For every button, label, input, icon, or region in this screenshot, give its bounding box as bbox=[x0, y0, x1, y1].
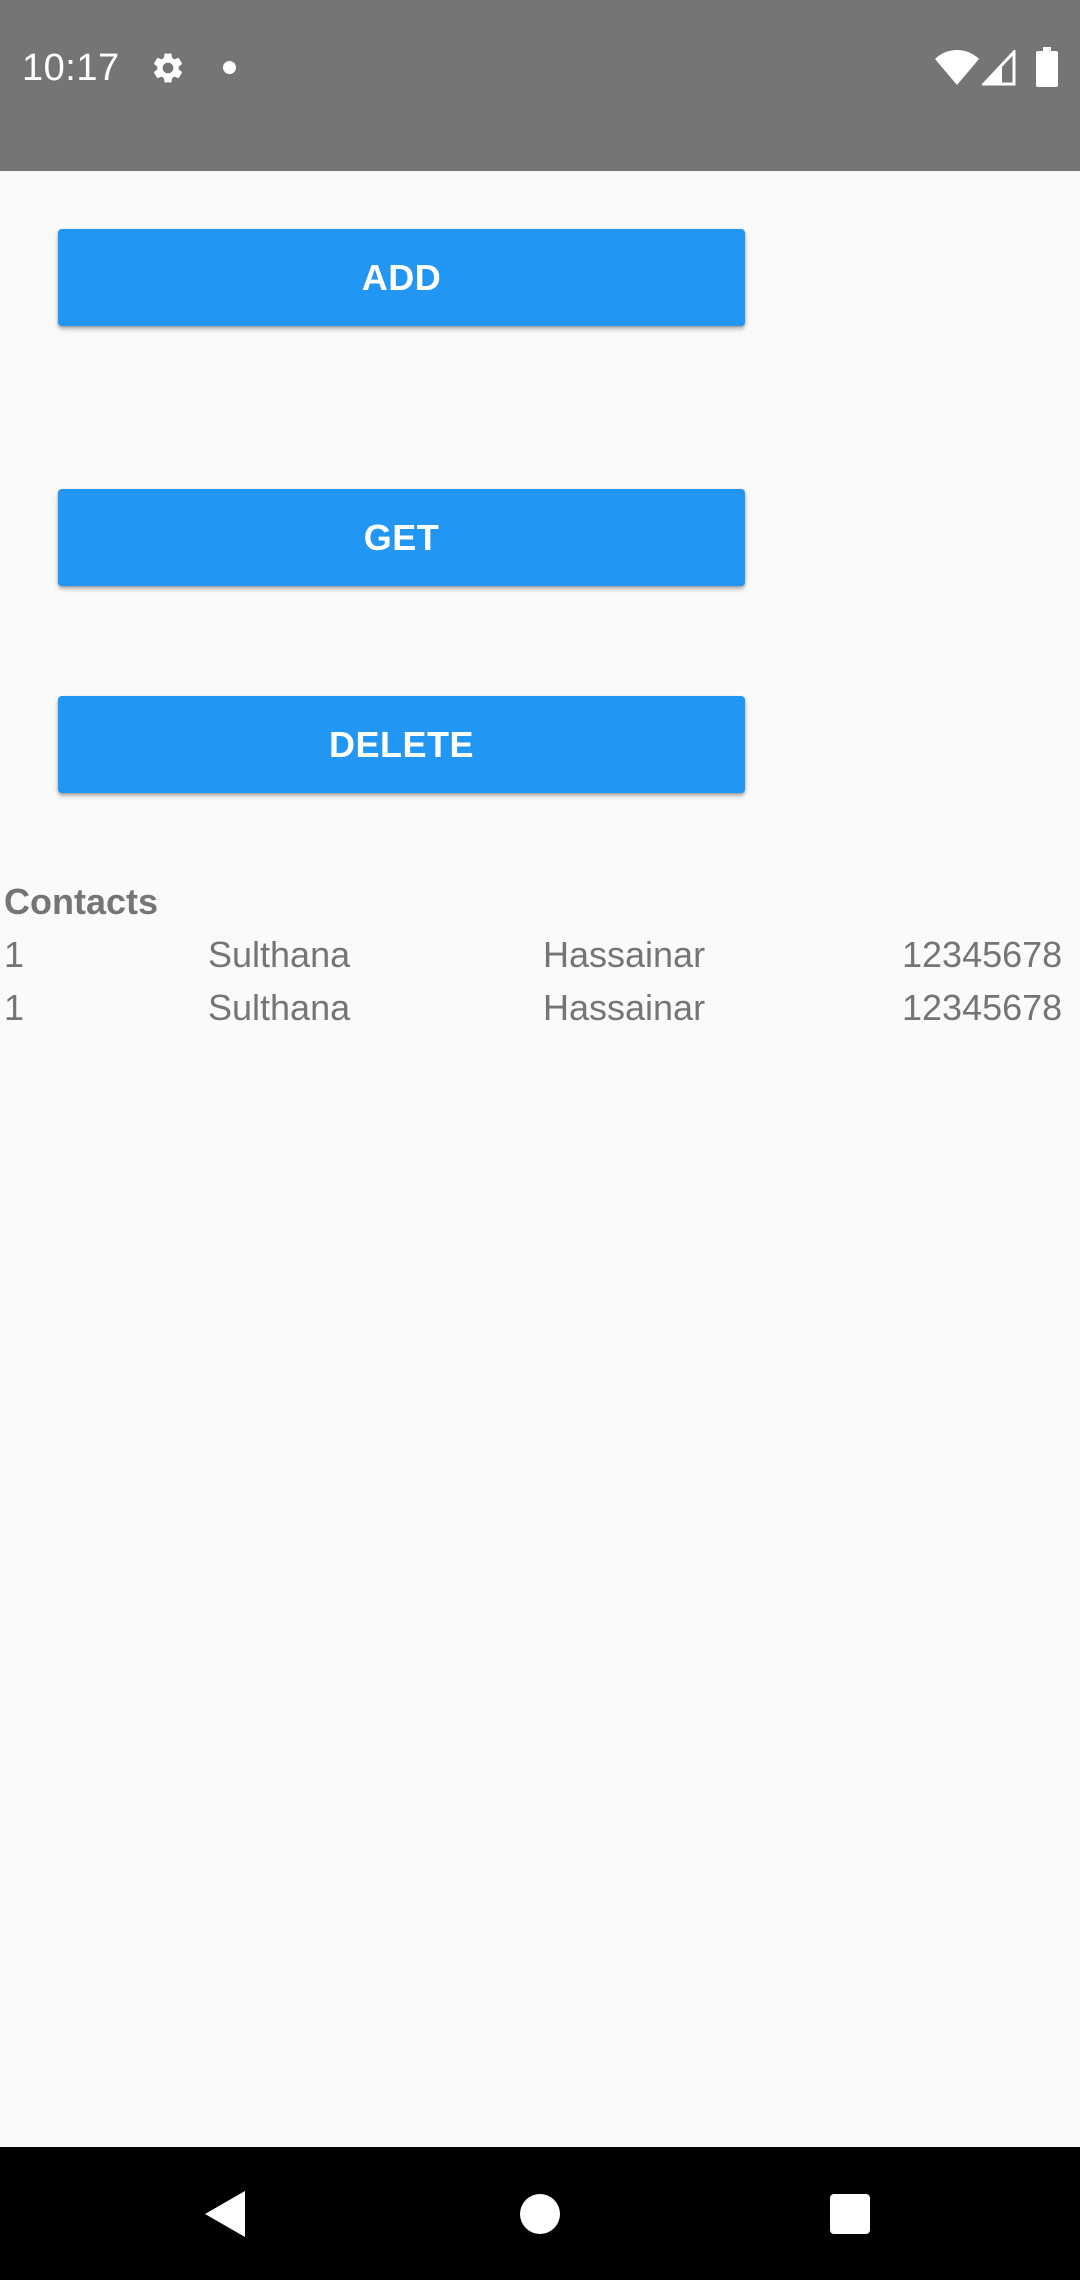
contact-last-name: Hassainar bbox=[543, 987, 706, 1028]
add-button[interactable]: ADD bbox=[58, 229, 745, 326]
contact-row: 1 Sulthana Hassainar 12345678 bbox=[0, 933, 1080, 986]
navigation-bar bbox=[0, 2147, 1080, 2280]
home-icon[interactable] bbox=[520, 2194, 560, 2234]
contact-id: 1 bbox=[4, 934, 25, 975]
recents-icon[interactable] bbox=[830, 2194, 870, 2234]
battery-icon bbox=[1036, 47, 1058, 87]
status-time: 10:17 bbox=[22, 47, 120, 89]
status-bar: 10:17 bbox=[0, 0, 1080, 171]
contact-last-name: Hassainar bbox=[543, 934, 706, 975]
contacts-list: 1 Sulthana Hassainar 12345678 1 Sulthana… bbox=[0, 933, 1080, 1039]
cell-signal-icon bbox=[982, 50, 1016, 86]
contact-first-name: Sulthana bbox=[208, 934, 351, 975]
contact-first-name: Sulthana bbox=[208, 987, 351, 1028]
gear-icon bbox=[153, 53, 183, 83]
contact-phone: 12345678 bbox=[902, 934, 1063, 975]
notification-dot-icon bbox=[223, 61, 236, 74]
delete-button[interactable]: DELETE bbox=[58, 696, 745, 793]
back-icon[interactable] bbox=[205, 2191, 245, 2237]
contact-phone: 12345678 bbox=[902, 987, 1063, 1028]
wifi-icon bbox=[935, 50, 979, 85]
contact-row: 1 Sulthana Hassainar 12345678 bbox=[0, 986, 1080, 1039]
contact-id: 1 bbox=[4, 987, 25, 1028]
get-button[interactable]: GET bbox=[58, 489, 745, 586]
contacts-heading: Contacts bbox=[4, 881, 159, 922]
